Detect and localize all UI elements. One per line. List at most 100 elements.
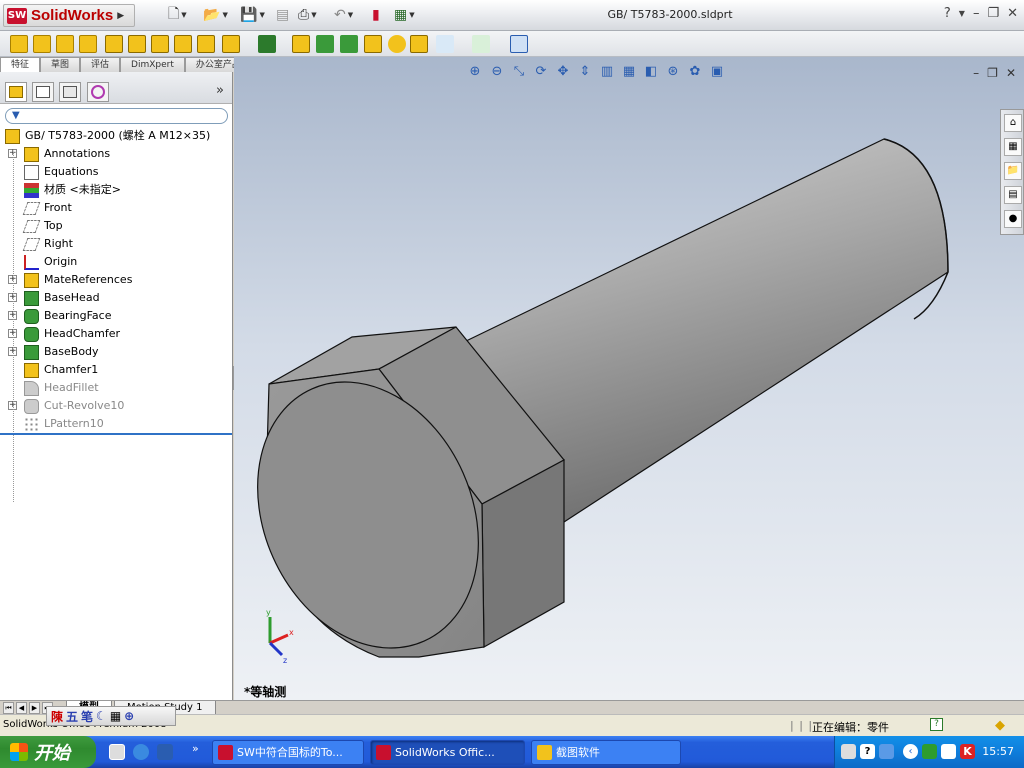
design-library-icon[interactable]: ▦ <box>1004 138 1022 156</box>
dropdown-arrow-icon: ▼ <box>181 11 187 19</box>
new-document-button[interactable]: 🗋 ▼ <box>168 6 187 24</box>
undo-button[interactable]: ↶ ▼ <box>334 6 353 24</box>
dimxpert-manager-tab[interactable] <box>87 82 109 102</box>
tree-item-equations[interactable]: Equations <box>0 163 232 181</box>
quick-launch-more-icon[interactable]: » <box>192 742 199 755</box>
tree-item-材质-未指定[interactable]: 材质 <未指定> <box>0 181 232 199</box>
tree-item-chamfer1[interactable]: Chamfer1 <box>0 361 232 379</box>
extruded-cut-icon[interactable] <box>105 35 123 53</box>
configuration-manager-tab[interactable] <box>59 82 81 102</box>
tab-features[interactable]: 特征 <box>0 57 41 72</box>
shell-icon[interactable] <box>340 35 358 53</box>
freeform-icon[interactable] <box>410 35 428 53</box>
bolt-model[interactable] <box>234 57 1024 700</box>
print-button[interactable]: ⎙ ▼ <box>298 6 317 24</box>
reference-geometry-icon[interactable] <box>436 35 454 53</box>
extruded-boss-icon[interactable] <box>10 35 28 53</box>
tree-connector-line <box>13 152 14 502</box>
options-button[interactable]: ▦ ▼ <box>394 6 415 24</box>
ime-help-icon[interactable]: ? <box>860 744 875 759</box>
close-icon[interactable]: ✕ <box>1007 6 1018 21</box>
view-palette-icon[interactable]: ▤ <box>1004 186 1022 204</box>
status-help-icon[interactable]: ? <box>930 718 943 731</box>
tab-evaluate[interactable]: 评估 <box>80 57 121 72</box>
tree-item-matereferences[interactable]: + MateReferences <box>0 271 232 289</box>
antivirus-icon[interactable] <box>922 744 937 759</box>
task-solidworks[interactable]: SolidWorks Offic... <box>370 740 525 765</box>
save-button[interactable]: 💾 ▼ <box>240 6 265 24</box>
tab-dimxpert[interactable]: DimXpert <box>120 57 185 72</box>
draft-icon[interactable] <box>316 35 334 53</box>
first-tab-icon[interactable]: ⏮ <box>3 702 14 714</box>
graphics-area[interactable]: ⊕ ⊖ ⤡ ⟳ ✥ ⇕ ▥ ▦ ◧ ⊛ ✿ ▣ – ❐ ✕ ⌂ ▦ 📁 ▤ ● … <box>234 57 1024 700</box>
tray-collapse-icon[interactable]: ‹ <box>903 744 918 759</box>
lofted-boss-icon[interactable] <box>79 35 97 53</box>
tree-item-bearingface[interactable]: + BearingFace <box>0 307 232 325</box>
tree-item-lpattern10[interactable]: LPattern10 <box>0 415 232 433</box>
tree-item-right[interactable]: Right <box>0 235 232 253</box>
cut-revolve-icon <box>24 399 39 414</box>
tab-sketch[interactable]: 草图 <box>40 57 81 72</box>
minimize-icon[interactable]: – <box>973 6 980 21</box>
security-icon[interactable] <box>941 744 956 759</box>
lofted-cut-icon[interactable] <box>197 35 215 53</box>
prev-tab-icon[interactable]: ◀ <box>16 702 27 714</box>
fillet-icon[interactable] <box>222 35 240 53</box>
tree-item-headfillet[interactable]: HeadFillet <box>0 379 232 397</box>
tree-item-basebody[interactable]: + BaseBody <box>0 343 232 361</box>
tree-item-top[interactable]: Top <box>0 217 232 235</box>
curves-icon[interactable] <box>472 35 490 53</box>
dome-icon[interactable] <box>388 35 406 53</box>
tree-item-label: Equations <box>44 165 99 178</box>
internet-explorer-icon[interactable] <box>133 744 149 760</box>
appearances-icon[interactable]: ● <box>1004 210 1022 228</box>
rollback-bar[interactable] <box>0 433 232 435</box>
start-button[interactable]: 开始 <box>0 736 96 768</box>
swept-cut-icon[interactable] <box>174 35 192 53</box>
home-icon[interactable]: ⌂ <box>1004 114 1022 132</box>
configuration-icon <box>63 86 77 98</box>
rebuild-button[interactable]: ▮ <box>372 6 380 24</box>
help-dropdown-icon[interactable]: ▼ <box>959 9 965 21</box>
linear-pattern-icon[interactable] <box>258 35 276 53</box>
network-icon[interactable] <box>879 744 894 759</box>
solidworks-menu-button[interactable]: SW SolidWorks ▶ <box>3 4 135 27</box>
tree-filter-input[interactable]: ▼ <box>5 108 228 124</box>
expand-panel-icon[interactable]: » <box>216 83 224 98</box>
kingsoft-icon[interactable]: K <box>960 744 975 759</box>
restore-icon[interactable]: ❐ <box>987 6 999 21</box>
tree-root-part[interactable]: GB/ T5783-2000 (螺栓 A M12×35) <box>0 127 232 145</box>
open-button[interactable]: 📂 ▼ <box>203 6 228 24</box>
instant3d-icon[interactable] <box>510 35 528 53</box>
task-sw-guide[interactable]: SW中符合国标的To... <box>212 740 364 765</box>
menu-arrow-icon: ▶ <box>117 10 125 21</box>
revolved-boss-icon[interactable] <box>33 35 51 53</box>
wrap-icon[interactable] <box>364 35 382 53</box>
hole-wizard-icon[interactable] <box>128 35 146 53</box>
word-icon[interactable] <box>157 744 173 760</box>
keyboard-icon[interactable] <box>841 744 856 759</box>
dropdown-arrow-icon: ▼ <box>347 11 354 19</box>
swept-boss-icon[interactable] <box>56 35 74 53</box>
revolved-cut-icon[interactable] <box>151 35 169 53</box>
next-tab-icon[interactable]: ▶ <box>29 702 40 714</box>
tree-item-label: Right <box>44 237 73 250</box>
file-explorer-icon[interactable]: 📁 <box>1004 162 1022 180</box>
help-icon[interactable]: ? <box>944 6 951 21</box>
task-label-2: SolidWorks Offic... <box>395 746 495 759</box>
tree-item-label: MateReferences <box>44 273 133 286</box>
show-desktop-icon[interactable] <box>109 744 125 760</box>
tree-item-origin[interactable]: Origin <box>0 253 232 271</box>
tree-item-annotations[interactable]: + Annotations <box>0 145 232 163</box>
feature-manager-tab[interactable] <box>5 82 27 102</box>
status-tag-icon[interactable]: ◆ <box>995 718 1005 733</box>
tree-item-headchamfer[interactable]: + HeadChamfer <box>0 325 232 343</box>
task-screenshot[interactable]: 截图软件 <box>531 740 681 765</box>
property-manager-tab[interactable] <box>32 82 54 102</box>
tree-item-cut-revolve10[interactable]: + Cut-Revolve10 <box>0 397 232 415</box>
print-preview-button[interactable]: ▤ <box>276 6 289 24</box>
ime-toolbar[interactable]: 陳 五 笔 ☾ ▦ ⊕ <box>46 706 176 726</box>
tree-item-basehead[interactable]: + BaseHead <box>0 289 232 307</box>
tree-item-front[interactable]: Front <box>0 199 232 217</box>
rib-icon[interactable] <box>292 35 310 53</box>
